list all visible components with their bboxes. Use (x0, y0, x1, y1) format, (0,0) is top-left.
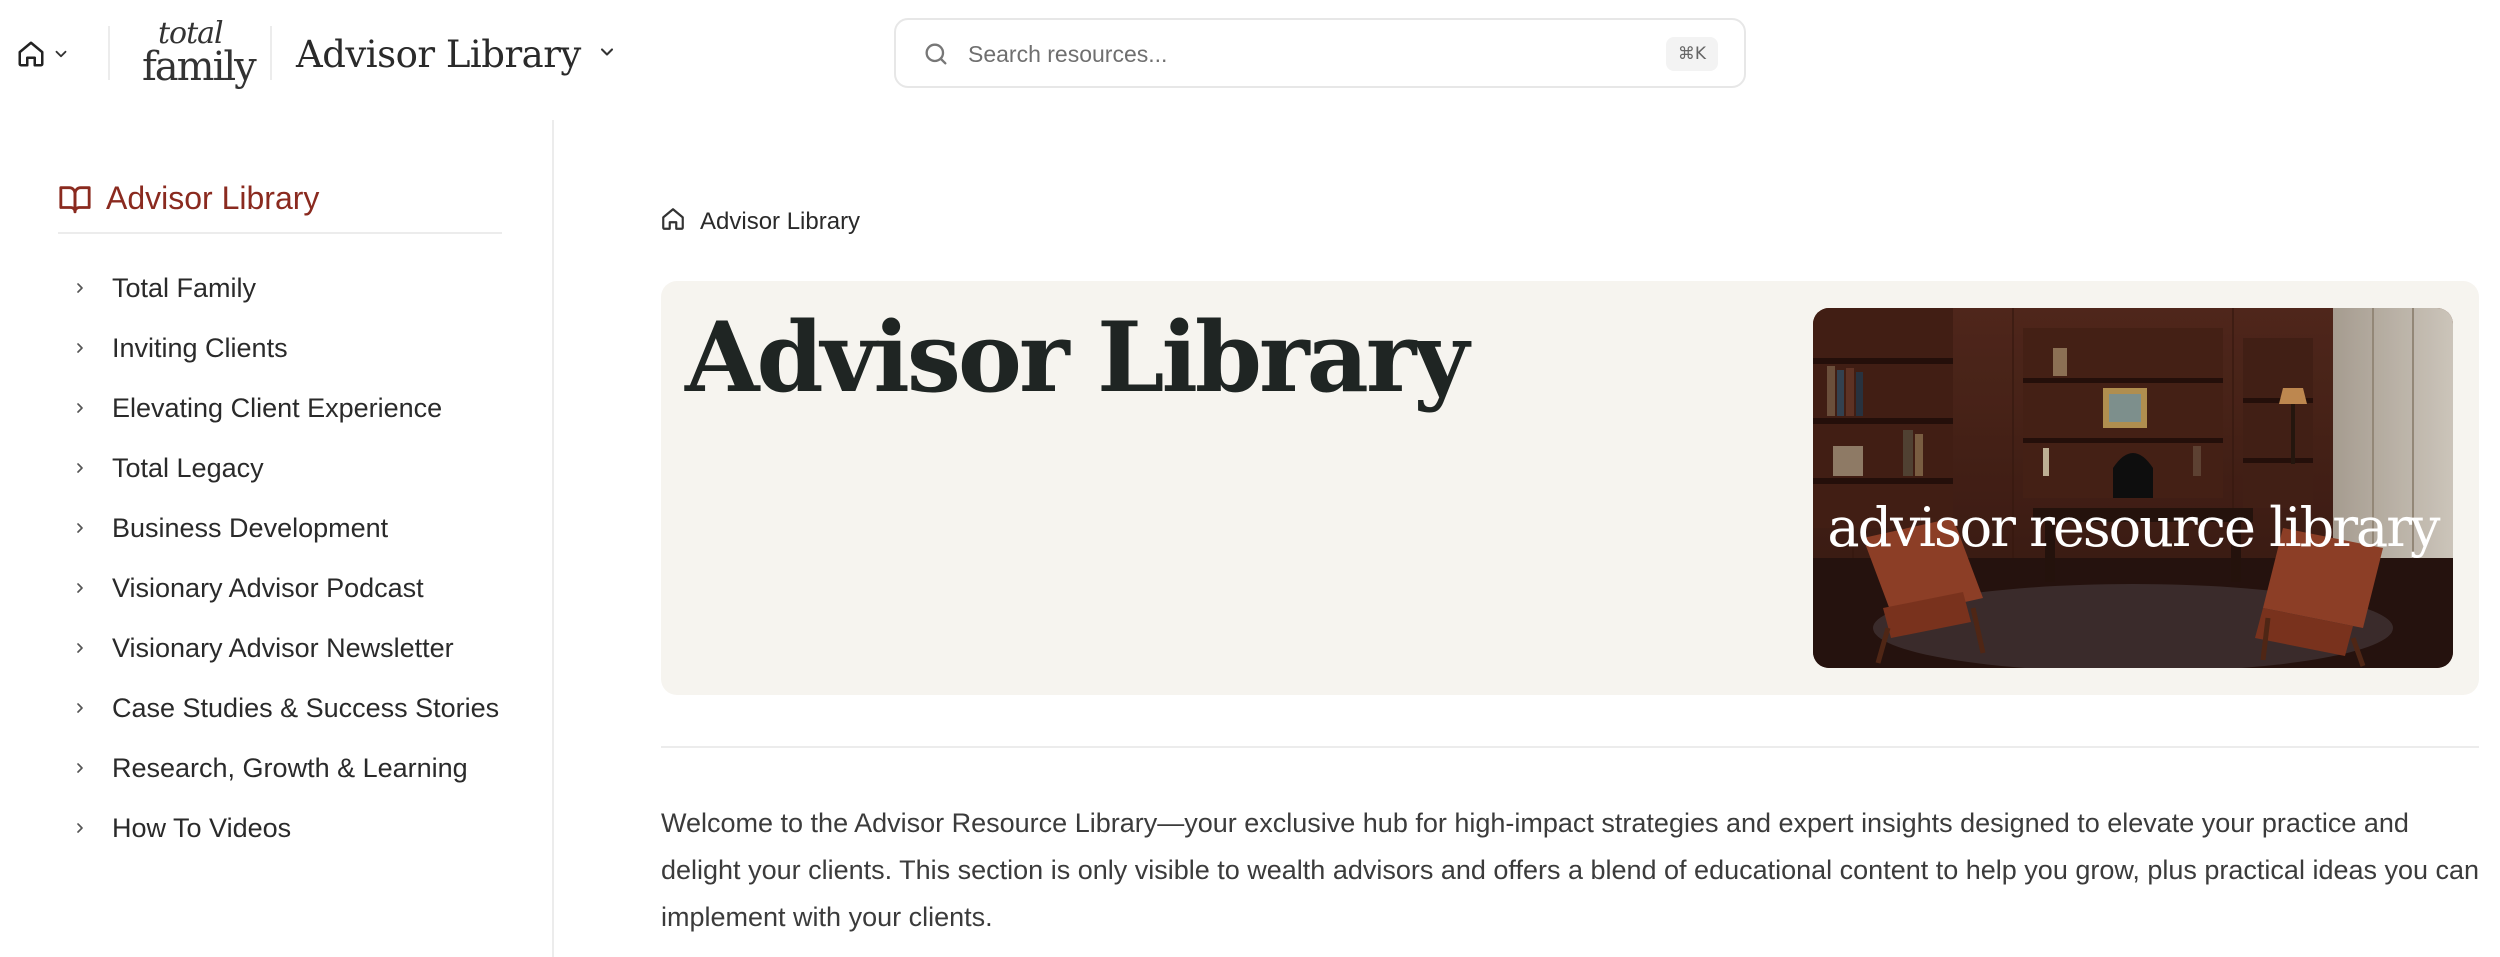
sidebar-item-total-legacy[interactable]: Total Legacy (70, 438, 540, 498)
sidebar-item-inviting-clients[interactable]: Inviting Clients (70, 318, 540, 378)
sidebar-item-label: Case Studies & Success Stories (112, 692, 500, 723)
chevron-right-icon (70, 580, 90, 596)
search-shortcut-badge: ⌘K (1665, 37, 1718, 71)
sidebar-item-total-family[interactable]: Total Family (70, 258, 540, 318)
sidebar-item-label: Total Family (112, 272, 257, 303)
sidebar-item-label: Inviting Clients (112, 332, 288, 363)
chevron-right-icon (70, 700, 90, 716)
home-icon[interactable] (660, 206, 686, 237)
chevron-right-icon (70, 640, 90, 656)
search-icon (922, 40, 950, 73)
chevron-right-icon (70, 340, 90, 356)
library-switcher[interactable]: Advisor Library (296, 28, 617, 80)
logo-text-line2: family (142, 44, 257, 90)
sidebar-nav: Total Family Inviting Clients Elevating … (70, 258, 540, 858)
sidebar-item-business-development[interactable]: Business Development (70, 498, 540, 558)
sidebar-item-label: Total Legacy (112, 452, 264, 483)
sidebar-item-label: Elevating Client Experience (112, 392, 443, 423)
chevron-right-icon (70, 400, 90, 416)
chevron-right-icon (70, 820, 90, 836)
book-open-icon (58, 176, 92, 221)
breadcrumb-current: Advisor Library (700, 207, 861, 235)
breadcrumb: Advisor Library (660, 206, 860, 237)
header-divider (270, 26, 272, 80)
sidebar-item-case-studies[interactable]: Case Studies & Success Stories (70, 678, 540, 738)
chevron-right-icon (70, 460, 90, 476)
header-divider (108, 26, 110, 80)
search-bar[interactable]: ⌘K (894, 18, 1746, 88)
page-title: Advisor Library (685, 301, 1469, 414)
sidebar-item-label: How To Videos (112, 812, 292, 843)
main-content: Advisor Library Advisor Library advisor … (556, 120, 2500, 957)
chevron-down-icon (597, 42, 617, 67)
chevron-down-icon (52, 45, 70, 63)
chevron-right-icon (70, 520, 90, 536)
chevron-right-icon (70, 760, 90, 776)
sidebar-item-research-growth-learning[interactable]: Research, Growth & Learning (70, 738, 540, 798)
hero-banner: Advisor Library advisor resource library (661, 281, 2479, 695)
hero-image-caption: advisor resource library (1827, 496, 2440, 559)
top-header: total family Advisor Library ⌘K (0, 0, 2500, 108)
home-icon (16, 39, 46, 69)
sidebar-item-label: Business Development (112, 512, 389, 543)
total-family-logo[interactable]: total family (138, 14, 257, 90)
sidebar-item-how-to-videos[interactable]: How To Videos (70, 798, 540, 858)
app-title: Advisor Library (296, 32, 581, 76)
sidebar: Advisor Library Total Family Inviting Cl… (0, 120, 554, 957)
sidebar-item-visionary-advisor-newsletter[interactable]: Visionary Advisor Newsletter (70, 618, 540, 678)
intro-paragraph: Welcome to the Advisor Resource Library—… (661, 808, 2480, 932)
chevron-right-icon (70, 280, 90, 296)
section-divider (661, 746, 2479, 748)
sidebar-item-visionary-advisor-podcast[interactable]: Visionary Advisor Podcast (70, 558, 540, 618)
sidebar-title: Advisor Library (106, 180, 320, 216)
sidebar-header[interactable]: Advisor Library (58, 176, 502, 234)
home-menu-button[interactable] (16, 34, 82, 74)
library-room-illustration (1813, 308, 2453, 668)
sidebar-item-label: Research, Growth & Learning (112, 752, 468, 783)
sidebar-item-elevating-client-experience[interactable]: Elevating Client Experience (70, 378, 540, 438)
sidebar-item-label: Visionary Advisor Podcast (112, 572, 424, 603)
hero-image: advisor resource library (1813, 308, 2453, 668)
sidebar-item-label: Visionary Advisor Newsletter (112, 632, 454, 663)
search-input[interactable] (968, 34, 1568, 74)
